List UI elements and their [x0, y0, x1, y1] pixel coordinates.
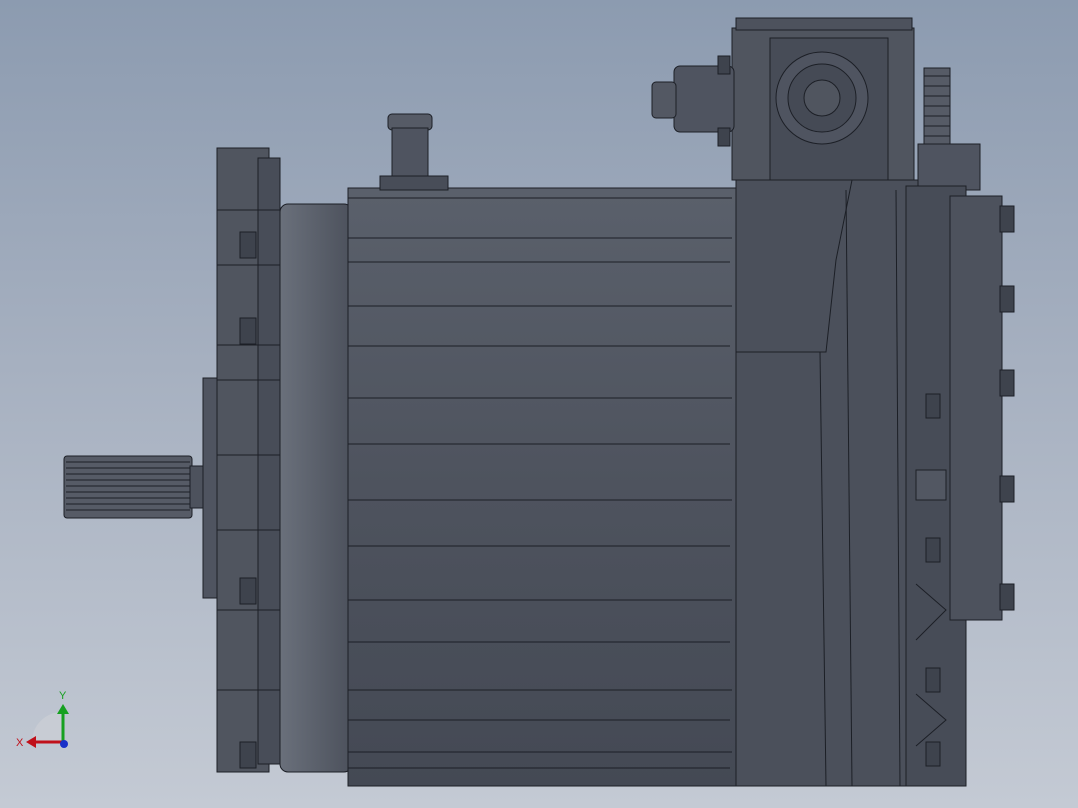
rear-housing: [735, 179, 921, 787]
x-axis-arrowhead: [26, 736, 36, 748]
splined-shaft: [63, 455, 205, 519]
threaded-stud: [917, 67, 981, 191]
side-valve-assembly: [905, 185, 1015, 787]
y-axis-arrowhead: [57, 704, 69, 714]
front-flange: [202, 147, 281, 773]
x-axis-label: X: [16, 737, 24, 749]
end-bell: [279, 203, 353, 773]
finned-stator-housing: [347, 187, 737, 787]
view-triad[interactable]: Y X: [16, 690, 69, 749]
cad-graphics-viewport[interactable]: Y X: [0, 0, 1078, 808]
z-axis-dot: [60, 740, 68, 748]
terminal-box: [651, 17, 915, 181]
motor-assembly-model[interactable]: Y X: [0, 0, 1078, 808]
y-axis-label: Y: [59, 690, 67, 702]
breather-fitting: [379, 113, 449, 191]
triad-plane-shading: [32, 712, 62, 742]
